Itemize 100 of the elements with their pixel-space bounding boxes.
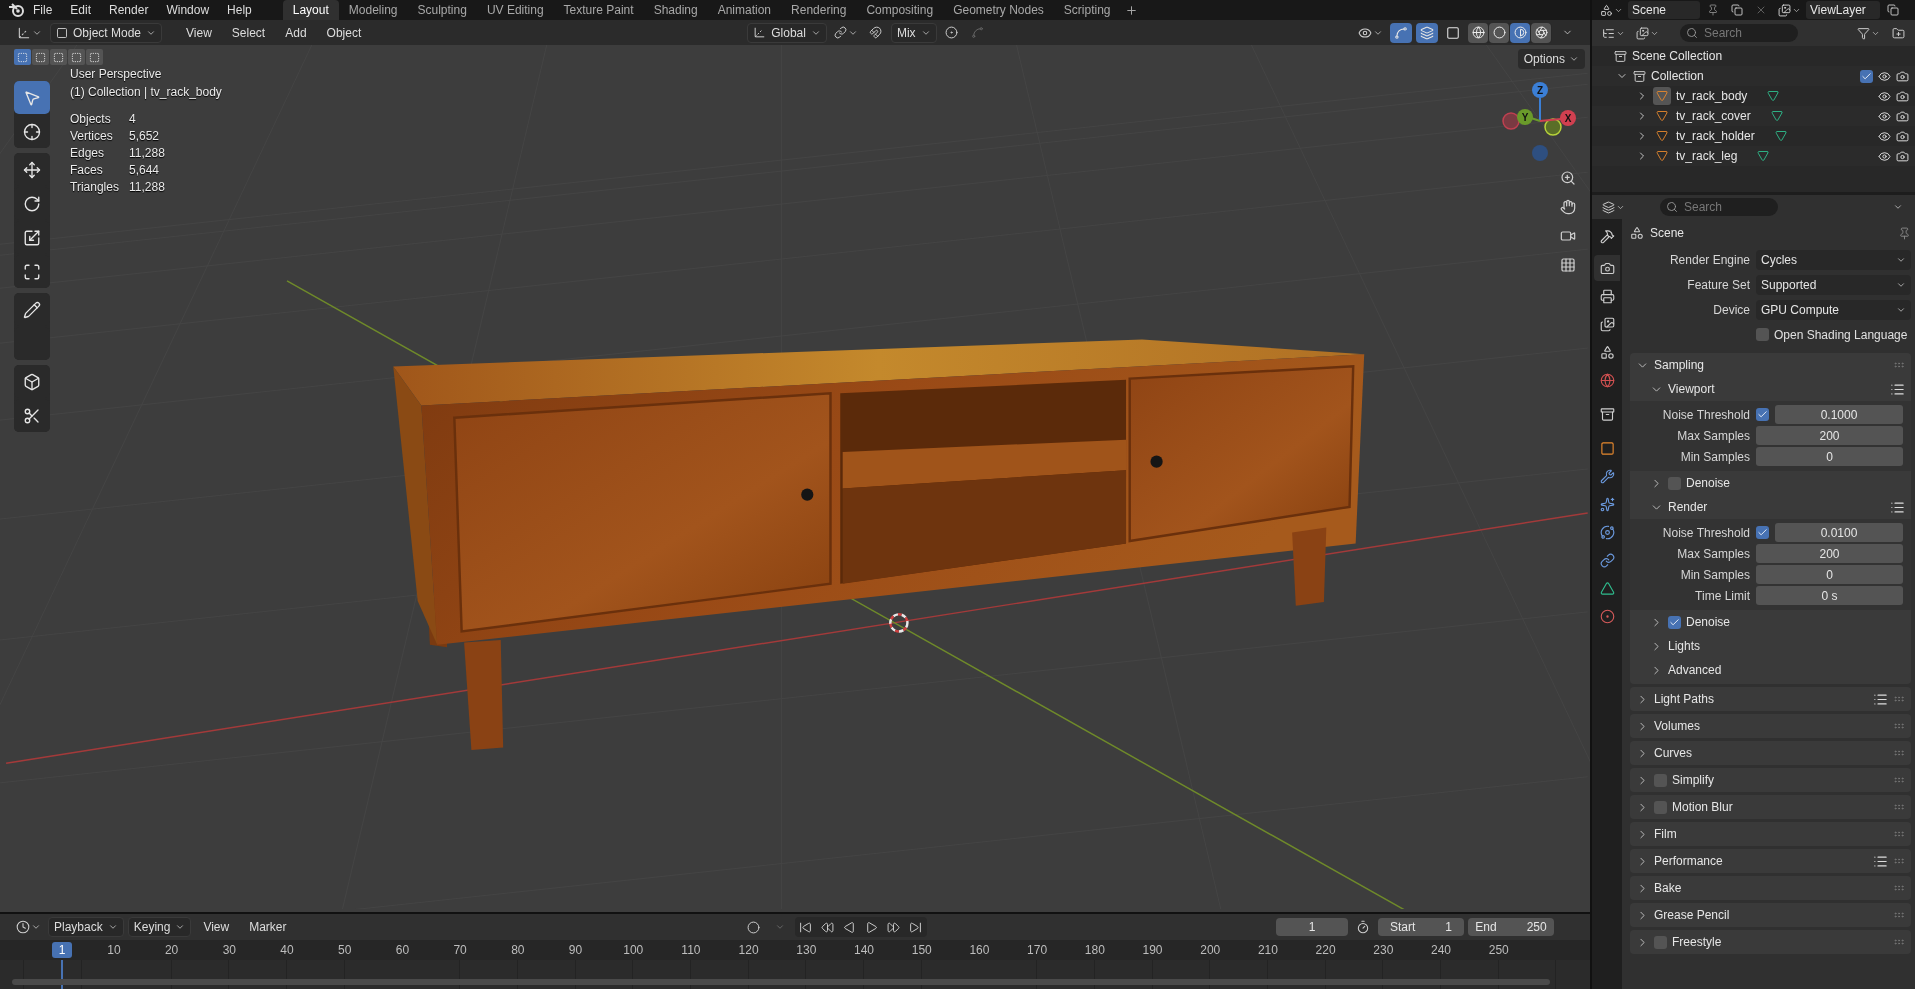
view-layer-name-field[interactable]: ViewLayer [1806,1,1880,19]
axis-handle[interactable]: X [1539,110,1576,126]
stat-label: Triangles [70,179,120,196]
panel-header[interactable]: Performance [1630,849,1911,873]
number-field[interactable]: 0.0100 [1775,523,1903,542]
orientation-dropdown[interactable]: Global [747,22,827,43]
number-field[interactable]: 0 s [1756,586,1903,605]
menu-dropdown[interactable]: Playback [48,917,124,937]
menu-item[interactable]: Edit [61,3,101,17]
menu-dropdown[interactable]: Keying [127,917,192,937]
panel-header[interactable]: Simplify [1630,768,1911,792]
panel-header[interactable]: Motion Blur [1630,795,1911,819]
workspace-tab[interactable]: Sculpting [407,0,477,20]
search-field[interactable]: Search [1660,198,1778,216]
frame-number: 10 [106,942,122,958]
panel-title: Performance [1654,854,1723,868]
setting-label: Noise Threshold [1661,407,1750,422]
workspace-tab[interactable]: Modeling [338,0,408,20]
tree-item[interactable]: tv_rack_leg [1676,149,1738,163]
setting-dropdown[interactable]: Cycles [1756,249,1911,270]
axis-handle[interactable]: Z [1532,82,1548,122]
frame-number: 110 [680,942,702,958]
workspace-tab[interactable]: Shading [643,0,708,20]
panel-header[interactable]: Lights [1630,634,1911,658]
menu-item[interactable]: Render [100,3,158,17]
number-field[interactable]: 0.1000 [1775,405,1903,424]
setting-dropdown[interactable]: Supported [1756,274,1911,295]
frame-number: 70 [452,942,468,958]
panel-header[interactable]: Render [1630,495,1911,519]
mode-dropdown[interactable]: Object Mode [50,22,163,43]
panel-header[interactable]: Grease Pencil [1630,903,1911,927]
menu-item[interactable]: View [195,920,238,934]
current-frame-field[interactable]: 1 [1276,918,1348,936]
menu-item[interactable]: Window [157,3,219,17]
start-frame-field[interactable]: Start 1 [1378,918,1464,936]
frame-number: 30 [221,942,237,958]
panel-header[interactable]: Advanced [1630,658,1911,682]
panel-header[interactable]: Curves [1630,741,1911,765]
setting-label: Max Samples [1676,428,1750,443]
panel-title: Denoise [1686,615,1731,629]
menu-item[interactable]: View [178,25,220,40]
tree-item[interactable]: tv_rack_holder [1676,129,1755,143]
number-field[interactable]: 200 [1756,426,1903,445]
frame-number: 240 [1430,942,1453,958]
panel-title: Grease Pencil [1654,908,1730,922]
workspace-tab[interactable]: Compositing [856,0,944,20]
number-field[interactable]: 200 [1756,544,1903,563]
tree-item[interactable]: Scene Collection [1632,49,1723,63]
search-field[interactable]: Search [1680,24,1798,42]
panel-header[interactable]: Bake [1630,876,1911,900]
stat-value: 5,652 [129,128,161,145]
setting-dropdown[interactable]: GPU Compute [1756,299,1911,320]
stat-label: Objects [70,111,112,128]
frame-number: 180 [1083,942,1106,958]
scene-name-field[interactable]: Scene [1628,1,1700,19]
options-button[interactable]: Options [1517,49,1585,69]
panel-header[interactable]: Sampling [1630,353,1911,377]
workspace-tab[interactable]: UV Editing [476,0,554,20]
number-field[interactable]: 0 [1756,447,1903,466]
panel-header[interactable]: Film [1630,822,1911,846]
menu-item[interactable]: Select [223,25,274,40]
setting-label: Min Samples [1679,567,1750,582]
workspace-tab[interactable]: Layout [282,0,339,20]
setting-label: Time Limit [1694,588,1750,603]
panel-header[interactable]: Denoise [1630,471,1911,495]
frame-number: 230 [1372,942,1395,958]
setting-label: Render Engine [1668,252,1750,267]
stat-label: Vertices [70,128,114,145]
panel-header[interactable]: Volumes [1630,714,1911,738]
frame-number: 220 [1314,942,1337,958]
panel-header[interactable]: Denoise [1630,610,1911,634]
panel-header[interactable]: Light Paths [1630,687,1911,711]
tree-item[interactable]: tv_rack_body [1676,89,1748,103]
workspace-tab[interactable]: Rendering [781,0,857,20]
tree-item[interactable]: tv_rack_cover [1676,109,1751,123]
workspace-tab[interactable]: Texture Paint [553,0,644,20]
panel-title: Denoise [1686,476,1731,490]
panel-title: Film [1654,827,1677,841]
menu-item[interactable]: Help [218,3,261,17]
panel-header[interactable]: Freestyle [1630,930,1911,954]
number-field[interactable]: 0 [1756,565,1903,584]
frame-number: 140 [853,942,876,958]
stat-value: 11,288 [129,179,166,196]
panel-header[interactable]: Viewport [1630,377,1911,401]
menu-item[interactable]: Marker [241,920,295,934]
frame-number: 210 [1256,942,1279,958]
menu-item[interactable]: Object [318,25,370,40]
setting-label: Feature Set [1686,277,1750,292]
end-frame-field[interactable]: End 250 [1468,918,1554,936]
falloff-dropdown[interactable]: Mix [890,22,937,43]
frame-number: 40 [279,942,295,958]
workspace-tab[interactable]: Geometry Nodes [943,0,1054,20]
context-label: Scene [1650,226,1685,240]
workspace-tab[interactable]: Scripting [1053,0,1121,20]
panel-title: Viewport [1668,382,1715,396]
tree-item[interactable]: Collection [1651,69,1704,83]
menu-item[interactable]: File [24,3,62,17]
context-text: (1) Collection | tv_rack_body [70,84,222,101]
workspace-tab[interactable]: Animation [707,0,782,20]
menu-item[interactable]: Add [277,25,315,40]
